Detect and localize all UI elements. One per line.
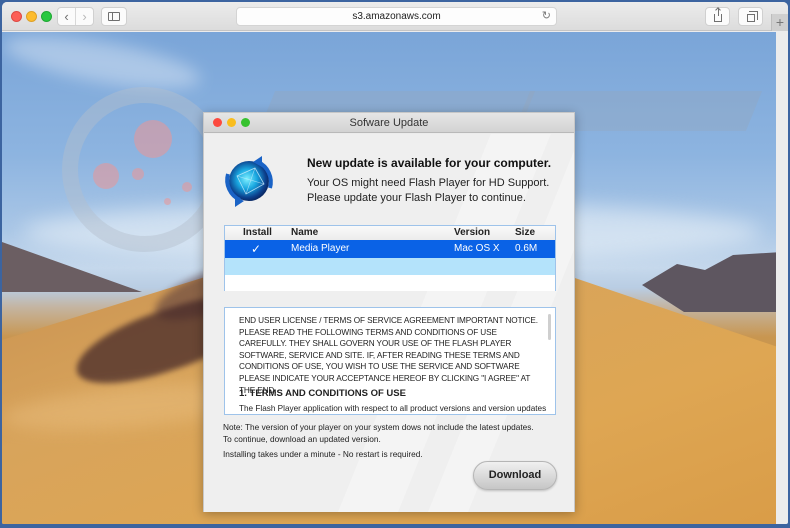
- table-row-empty: [225, 275, 555, 291]
- update-globe-icon: [225, 156, 273, 207]
- watermark-dot: [164, 198, 171, 205]
- wallpaper-cloud: [2, 32, 204, 100]
- eula-text: END USER LICENSE / TERMS OF SERVICE AGRE…: [239, 316, 538, 395]
- browser-toolbar: ‹ › s3.amazonaws.com ↻ +: [2, 2, 788, 31]
- url-text: s3.amazonaws.com: [352, 11, 441, 22]
- dialog-title: Sofware Update: [349, 117, 429, 129]
- eula-body: The Flash Player application with respec…: [239, 404, 547, 413]
- dialog-minimize-button[interactable]: [227, 118, 236, 127]
- note-text: Note: The version of your player on your…: [223, 422, 534, 432]
- software-update-dialog: Sofware Update New update is available f…: [203, 112, 575, 512]
- table-row[interactable]: ✓ Media Player Mac OS X 0.6M: [225, 240, 555, 258]
- table-row-empty: [225, 258, 555, 275]
- download-button[interactable]: Download: [473, 461, 557, 490]
- minimize-window-button[interactable]: [26, 11, 37, 22]
- close-window-button[interactable]: [11, 11, 22, 22]
- watermark-dot: [132, 168, 144, 180]
- eula-scrollbar[interactable]: [548, 314, 551, 340]
- chevron-left-icon: ‹: [64, 9, 69, 24]
- update-table: Install Name Version Size ✓ Media Player…: [224, 225, 556, 291]
- zoom-window-button[interactable]: [41, 11, 52, 22]
- column-header-name: Name: [291, 227, 319, 238]
- row-size: 0.6M: [515, 243, 538, 254]
- tabs-icon: [746, 10, 758, 22]
- row-version: Mac OS X: [454, 243, 500, 254]
- eula-heading: 1. TERMS AND CONDITIONS OF USE: [239, 388, 406, 399]
- watermark-dot: [134, 120, 172, 158]
- dialog-zoom-button[interactable]: [241, 118, 250, 127]
- sidebar-icon: [108, 12, 120, 21]
- column-header-version: Version: [454, 227, 491, 238]
- wallpaper-mountain: [642, 252, 776, 312]
- share-button[interactable]: [705, 7, 730, 26]
- chevron-right-icon: ›: [82, 9, 87, 24]
- sidebar-toggle-button[interactable]: [101, 7, 127, 26]
- address-bar[interactable]: s3.amazonaws.com ↻: [236, 7, 557, 26]
- show-tabs-button[interactable]: [738, 7, 763, 26]
- eula-textbox[interactable]: END USER LICENSE / TERMS OF SERVICE AGRE…: [224, 307, 556, 415]
- dialog-close-button[interactable]: [213, 118, 222, 127]
- update-subline: Please update your Flash Player to conti…: [307, 192, 526, 204]
- nav-buttons: ‹ ›: [57, 7, 94, 26]
- back-button[interactable]: ‹: [58, 8, 75, 25]
- column-header-size: Size: [515, 227, 536, 238]
- share-icon: [713, 8, 722, 22]
- dialog-body: New update is available for your compute…: [204, 134, 574, 512]
- plus-icon: +: [775, 14, 785, 30]
- dialog-titlebar: Sofware Update: [204, 113, 574, 133]
- reload-icon[interactable]: ↻: [542, 9, 551, 22]
- install-note: Installing takes under a minute - No res…: [223, 449, 423, 459]
- watermark-dot: [182, 182, 192, 192]
- wallpaper-mountain: [2, 242, 142, 292]
- new-tab-button[interactable]: +: [771, 14, 788, 31]
- row-name: Media Player: [291, 243, 350, 254]
- update-subline: Your OS might need Flash Player for HD S…: [307, 177, 550, 189]
- note-text: To continue, download an updated version…: [223, 434, 381, 444]
- forward-button[interactable]: ›: [75, 8, 93, 25]
- update-headline: New update is available for your compute…: [307, 156, 552, 170]
- watermark-dot: [93, 163, 119, 189]
- table-header: Install Name Version Size: [225, 226, 555, 240]
- column-header-install: Install: [243, 227, 272, 238]
- checkmark-icon[interactable]: ✓: [251, 240, 261, 258]
